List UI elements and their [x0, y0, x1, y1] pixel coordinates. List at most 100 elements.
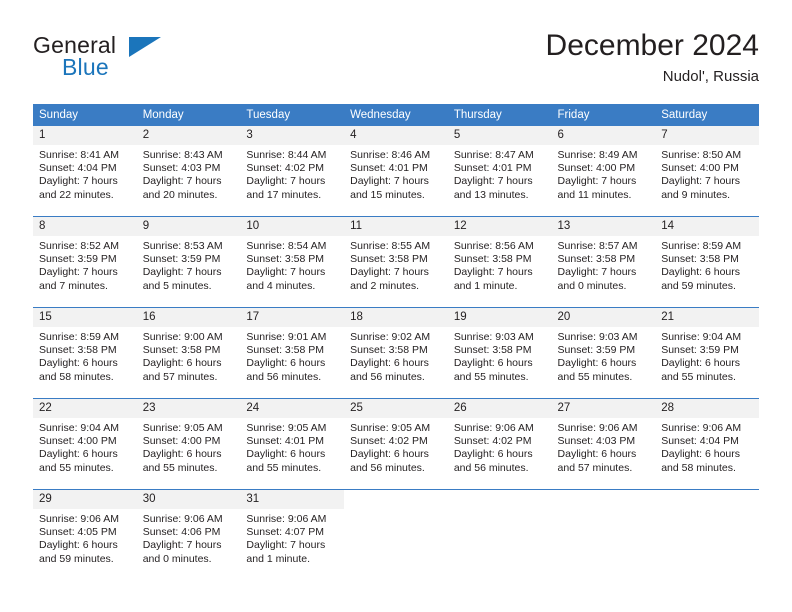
daylight-text: Daylight: 7 hours	[453, 175, 533, 188]
calendar-day-cell[interactable]: 25 Sunrise: 9:05 AM Sunset: 4:02 PM Dayligh…	[344, 398, 448, 490]
calendar-day-cell[interactable]: 19 Sunrise: 9:03 AM Sunset: 3:58 PM Dayligh…	[447, 307, 552, 399]
calendar-day-cell[interactable]: 4 Sunrise: 8:46 AM Sunset: 4:01 PM Daylight…	[344, 126, 448, 217]
calendar-day-cell[interactable]: 24 Sunrise: 9:05 AM Sunset: 4:01 PM Dayligh…	[240, 398, 345, 490]
calendar-day-cell[interactable]: 28 Sunrise: 9:06 AM Sunset: 4:04 PM Dayligh…	[655, 398, 759, 490]
calendar-body: 1 Sunrise: 8:41 AM Sunset: 4:04 PM Daylight…	[33, 126, 759, 580]
day-details: Sunrise: 9:05 AM Sunset: 4:01 PM Daylight:…	[240, 418, 344, 475]
calendar-day-cell[interactable]: 5 Sunrise: 8:47 AM Sunset: 4:01 PM Daylight…	[447, 126, 552, 217]
calendar-day-cell[interactable]: 26 Sunrise: 9:06 AM Sunset: 4:02 PM Dayligh…	[447, 398, 552, 490]
daylight-text: Daylight: 6 hours	[557, 357, 637, 370]
day-number	[551, 490, 656, 509]
day-number: 28	[655, 399, 759, 418]
daylight-text: and 58 minutes.	[661, 461, 736, 474]
calendar-cell-empty	[344, 489, 448, 580]
calendar-day-cell[interactable]: 16 Sunrise: 9:00 AM Sunset: 3:58 PM Dayligh…	[136, 307, 241, 399]
calendar-day-cell[interactable]: 3 Sunrise: 8:44 AM Sunset: 4:02 PM Daylight…	[240, 126, 345, 217]
sunset-text: Sunset: 3:58 PM	[453, 253, 532, 266]
daylight-text: and 13 minutes.	[453, 188, 529, 201]
daylight-text: and 59 minutes.	[661, 279, 736, 292]
sunset-text: Sunset: 4:00 PM	[39, 435, 117, 448]
daylight-text: Daylight: 6 hours	[142, 448, 222, 461]
daylight-text: Daylight: 6 hours	[246, 448, 326, 461]
calendar-day-cell[interactable]: 11 Sunrise: 8:55 AM Sunset: 3:58 PM Dayligh…	[344, 216, 448, 308]
weekday-header-friday: Friday	[551, 104, 656, 126]
day-details: Sunrise: 9:06 AM Sunset: 4:07 PM Daylight:…	[240, 509, 344, 566]
daylight-text: and 56 minutes.	[350, 370, 425, 383]
day-details: Sunrise: 8:59 AM Sunset: 3:58 PM Daylight:…	[33, 327, 137, 384]
day-details: Sunrise: 9:04 AM Sunset: 4:00 PM Daylight:…	[33, 418, 137, 475]
calendar-day-cell[interactable]: 30 Sunrise: 9:06 AM Sunset: 4:06 PM Dayligh…	[136, 489, 241, 580]
sunset-text: Sunset: 3:58 PM	[350, 344, 428, 357]
calendar-day-cell[interactable]: 17 Sunrise: 9:01 AM Sunset: 3:58 PM Dayligh…	[240, 307, 345, 399]
daylight-text: Daylight: 6 hours	[39, 448, 118, 461]
daylight-text: Daylight: 7 hours	[246, 539, 326, 552]
daylight-text: Daylight: 6 hours	[557, 448, 637, 461]
daylight-text: and 0 minutes.	[142, 552, 212, 565]
sunset-text: Sunset: 3:59 PM	[142, 253, 221, 266]
sunset-text: Sunset: 3:59 PM	[39, 253, 117, 266]
calendar-day-cell[interactable]: 10 Sunrise: 8:54 AM Sunset: 3:58 PM Dayligh…	[240, 216, 345, 308]
sunset-text: Sunset: 4:00 PM	[661, 162, 739, 175]
calendar-day-cell[interactable]: 13 Sunrise: 8:57 AM Sunset: 3:58 PM Dayligh…	[551, 216, 656, 308]
daylight-text: Daylight: 7 hours	[350, 266, 429, 279]
calendar-day-cell[interactable]: 18 Sunrise: 9:02 AM Sunset: 3:58 PM Dayligh…	[344, 307, 448, 399]
calendar-day-cell[interactable]: 14 Sunrise: 8:59 AM Sunset: 3:58 PM Dayligh…	[655, 216, 759, 308]
calendar-day-cell[interactable]: 15 Sunrise: 8:59 AM Sunset: 3:58 PM Dayligh…	[33, 307, 137, 399]
calendar-day-cell[interactable]: 12 Sunrise: 8:56 AM Sunset: 3:58 PM Dayligh…	[447, 216, 552, 308]
day-number: 14	[655, 217, 759, 236]
daylight-text: and 9 minutes.	[661, 188, 731, 201]
day-number: 5	[447, 126, 552, 145]
calendar-day-cell[interactable]: 7 Sunrise: 8:50 AM Sunset: 4:00 PM Daylight…	[655, 126, 759, 217]
calendar-day-cell[interactable]: 2 Sunrise: 8:43 AM Sunset: 4:03 PM Daylight…	[136, 126, 241, 217]
calendar-day-cell[interactable]: 23 Sunrise: 9:05 AM Sunset: 4:00 PM Dayligh…	[136, 398, 241, 490]
daylight-text: and 7 minutes.	[39, 279, 108, 292]
daylight-text: and 57 minutes.	[142, 370, 218, 383]
daylight-text: Daylight: 6 hours	[39, 357, 118, 370]
day-number: 25	[344, 399, 448, 418]
calendar-day-cell[interactable]: 8 Sunrise: 8:52 AM Sunset: 3:59 PM Daylight…	[33, 216, 137, 308]
day-number: 10	[240, 217, 345, 236]
calendar-day-cell[interactable]: 20 Sunrise: 9:03 AM Sunset: 3:59 PM Dayligh…	[551, 307, 656, 399]
calendar-day-cell[interactable]: 29 Sunrise: 9:06 AM Sunset: 4:05 PM Dayligh…	[33, 489, 137, 580]
day-details: Sunrise: 8:57 AM Sunset: 3:58 PM Daylight:…	[552, 236, 656, 293]
calendar-cell-empty	[655, 489, 759, 580]
day-number: 18	[344, 308, 448, 327]
day-number: 30	[136, 490, 241, 509]
sunset-text: Sunset: 4:07 PM	[246, 526, 325, 539]
sunrise-text: Sunrise: 8:53 AM	[142, 240, 223, 252]
day-number: 27	[551, 399, 656, 418]
sunset-text: Sunset: 4:01 PM	[453, 162, 532, 175]
calendar-day-cell[interactable]: 27 Sunrise: 9:06 AM Sunset: 4:03 PM Dayligh…	[551, 398, 656, 490]
sunset-text: Sunset: 4:06 PM	[142, 526, 221, 539]
sunrise-text: Sunrise: 8:52 AM	[39, 240, 119, 252]
calendar-day-cell[interactable]: 6 Sunrise: 8:49 AM Sunset: 4:00 PM Daylight…	[551, 126, 656, 217]
day-details: Sunrise: 9:06 AM Sunset: 4:05 PM Daylight:…	[33, 509, 137, 566]
sunrise-text: Sunrise: 8:56 AM	[453, 240, 534, 252]
calendar-day-cell[interactable]: 1 Sunrise: 8:41 AM Sunset: 4:04 PM Daylight…	[33, 126, 137, 217]
day-number: 20	[551, 308, 656, 327]
day-number: 26	[447, 399, 552, 418]
day-details: Sunrise: 8:47 AM Sunset: 4:01 PM Daylight:…	[448, 145, 552, 202]
daylight-text: Daylight: 7 hours	[557, 175, 637, 188]
day-number: 2	[136, 126, 241, 145]
daylight-text: Daylight: 7 hours	[557, 266, 637, 279]
calendar-day-cell[interactable]: 21 Sunrise: 9:04 AM Sunset: 3:59 PM Dayligh…	[655, 307, 759, 399]
daylight-text: and 5 minutes.	[142, 279, 212, 292]
daylight-text: Daylight: 7 hours	[142, 175, 222, 188]
daylight-text: and 1 minute.	[453, 279, 518, 292]
calendar-day-cell[interactable]: 22 Sunrise: 9:04 AM Sunset: 4:00 PM Dayligh…	[33, 398, 137, 490]
sunset-text: Sunset: 3:58 PM	[142, 344, 221, 357]
day-details: Sunrise: 9:06 AM Sunset: 4:06 PM Daylight:…	[137, 509, 241, 566]
day-number: 19	[447, 308, 552, 327]
day-details: Sunrise: 9:06 AM Sunset: 4:03 PM Daylight:…	[552, 418, 656, 475]
sunrise-text: Sunrise: 8:43 AM	[142, 149, 223, 161]
sunset-text: Sunset: 4:04 PM	[39, 162, 117, 175]
title-block: December 2024 Nudol', Russia	[546, 28, 759, 87]
day-details: Sunrise: 9:03 AM Sunset: 3:58 PM Daylight:…	[448, 327, 552, 384]
calendar-day-cell[interactable]: 9 Sunrise: 8:53 AM Sunset: 3:59 PM Daylight…	[136, 216, 241, 308]
calendar-day-cell[interactable]: 31 Sunrise: 9:06 AM Sunset: 4:07 PM Dayligh…	[240, 489, 345, 580]
day-number	[655, 490, 759, 509]
sunset-text: Sunset: 3:59 PM	[557, 344, 636, 357]
day-number	[344, 490, 448, 509]
sunrise-text: Sunrise: 8:46 AM	[350, 149, 431, 161]
